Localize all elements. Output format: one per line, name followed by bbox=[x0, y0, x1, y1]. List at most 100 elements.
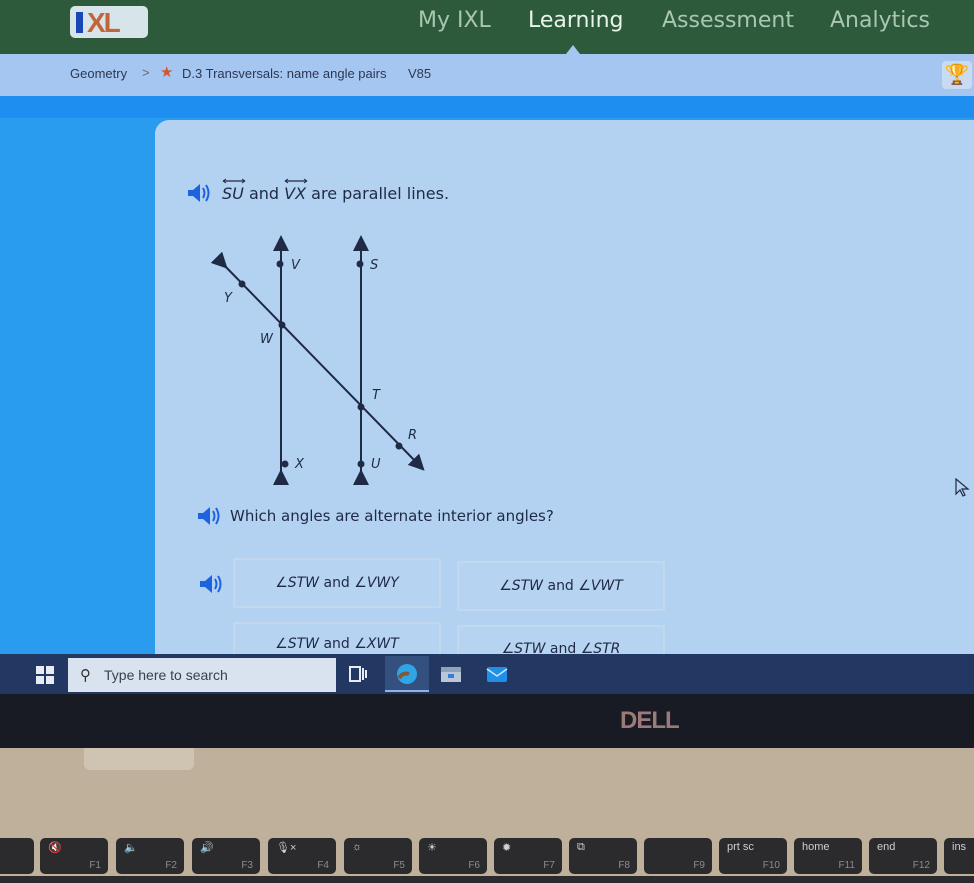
nav-my-ixl[interactable]: My IXL bbox=[418, 8, 491, 33]
label-y: Y bbox=[224, 291, 233, 306]
edge-icon bbox=[397, 664, 417, 684]
question-text: Which angles are alternate interior angl… bbox=[230, 507, 554, 525]
point-u bbox=[357, 460, 365, 468]
choice-and: and bbox=[547, 578, 574, 594]
mail-icon[interactable] bbox=[486, 664, 508, 684]
edge-taskbar-button[interactable] bbox=[385, 656, 429, 692]
nav-assessment[interactable]: Assessment bbox=[662, 8, 794, 33]
breadcrumb-skill: D.3 Transversals: name angle pairs bbox=[182, 66, 387, 81]
key-fn-label: F7 bbox=[543, 860, 555, 871]
label-r: R bbox=[408, 428, 417, 443]
key-icon-brightness-down: ☀ bbox=[427, 842, 437, 854]
star-icon: ★ bbox=[160, 64, 174, 81]
taskbar-search-input[interactable]: ⚲ Type here to search bbox=[68, 658, 336, 692]
key-icon-mic-mute: 🎙× bbox=[276, 842, 297, 854]
key-icon-vol-up: 🔊 bbox=[200, 842, 214, 854]
key-fn-label: F8 bbox=[618, 860, 630, 871]
mouse-pointer-icon bbox=[955, 478, 970, 497]
key-fn-label: F3 bbox=[241, 860, 253, 871]
speaker-icon[interactable] bbox=[186, 182, 212, 204]
logo-text: XL bbox=[87, 7, 121, 38]
file-explorer-icon[interactable] bbox=[440, 664, 462, 684]
key-f8[interactable]: ⧉ F8 bbox=[569, 838, 637, 874]
transversal-figure: V S Y W T R X U bbox=[210, 235, 425, 485]
point-v bbox=[276, 260, 284, 268]
key-f1[interactable]: 🔇 F1 bbox=[40, 838, 108, 874]
line-vx-label: VX bbox=[284, 184, 307, 203]
key-f10[interactable]: prt sc F10 bbox=[719, 838, 787, 874]
key-fn-label: F5 bbox=[393, 860, 405, 871]
search-icon: ⚲ bbox=[80, 667, 91, 684]
ixl-logo[interactable]: XL bbox=[70, 6, 148, 38]
skill-code: V85 bbox=[408, 66, 432, 81]
choice-angle-b: ∠XWT bbox=[354, 636, 399, 652]
trophy-icon[interactable]: 🏆 bbox=[942, 61, 972, 89]
point-s bbox=[356, 260, 364, 268]
key-icon-mute: 🔇 bbox=[48, 842, 62, 854]
nav-analytics[interactable]: Analytics bbox=[830, 8, 930, 33]
choice-angle-b: ∠VWT bbox=[578, 578, 623, 594]
key-fn-label: F4 bbox=[317, 860, 329, 871]
key-fn-label: F10 bbox=[762, 860, 780, 871]
label-u: U bbox=[371, 457, 381, 472]
label-s: S bbox=[370, 258, 378, 273]
choices-speaker-icon[interactable] bbox=[198, 573, 224, 595]
line-su-label: SU bbox=[222, 184, 244, 203]
windows-start-icon[interactable] bbox=[36, 666, 54, 684]
point-r bbox=[395, 442, 403, 450]
point-w bbox=[278, 321, 286, 329]
key-icon-vol-down: 🔈 bbox=[124, 842, 138, 854]
key-top-label: home bbox=[802, 841, 830, 853]
transversal-drawn bbox=[210, 251, 425, 471]
key-f7[interactable]: ✹ F7 bbox=[494, 838, 562, 874]
key-icon-display: ⧉ bbox=[577, 841, 585, 853]
key-ins[interactable]: ins bbox=[944, 838, 974, 874]
key-f6[interactable]: ☀ F6 bbox=[419, 838, 487, 874]
line-arrow-icon bbox=[222, 178, 246, 184]
label-w: W bbox=[260, 332, 274, 347]
label-x: X bbox=[294, 457, 305, 472]
task-view-icon[interactable] bbox=[347, 664, 369, 684]
statement-rest: are parallel lines. bbox=[311, 184, 450, 203]
key-fn-label: F1 bbox=[89, 860, 101, 871]
key-f5[interactable]: ☼ F5 bbox=[344, 838, 412, 874]
question-speaker-icon[interactable] bbox=[196, 505, 222, 527]
key-icon-brightness-up: ✹ bbox=[502, 842, 512, 854]
choice-angle-a: ∠STW bbox=[275, 575, 320, 591]
breadcrumb-separator: > bbox=[142, 65, 150, 80]
line-su: SU bbox=[222, 178, 246, 203]
problem-statement: SU and VX are parallel lines. bbox=[222, 178, 450, 203]
header-stripe bbox=[0, 96, 974, 118]
laptop-hinge bbox=[84, 748, 194, 770]
label-t: T bbox=[372, 388, 381, 403]
key-fn-label: F6 bbox=[468, 860, 480, 871]
logo-bar bbox=[76, 12, 83, 33]
choice-angle-a: ∠STW bbox=[275, 636, 320, 652]
key-f3[interactable]: 🔊 F3 bbox=[192, 838, 260, 874]
answer-choice[interactable]: ∠STW and ∠VWY bbox=[233, 558, 441, 608]
choice-angle-a: ∠STW bbox=[499, 578, 544, 594]
line-vx: VX bbox=[284, 178, 308, 203]
choice-angle-b: ∠VWY bbox=[354, 575, 399, 591]
taskbar: ⚲ Type here to search bbox=[0, 654, 974, 694]
key-esc[interactable] bbox=[0, 838, 34, 874]
key-top-label: prt sc bbox=[727, 841, 754, 853]
key-f12[interactable]: end F12 bbox=[869, 838, 937, 874]
key-fn-label: F2 bbox=[165, 860, 177, 871]
key-f4[interactable]: 🎙× F4 bbox=[268, 838, 336, 874]
point-x bbox=[281, 460, 289, 468]
key-f11[interactable]: home F11 bbox=[794, 838, 862, 874]
dell-logo: DELL bbox=[620, 707, 680, 734]
top-nav: XL My IXL Learning Assessment Analytics bbox=[0, 0, 974, 54]
key-fn-label: F11 bbox=[838, 860, 856, 871]
key-top-label: ins bbox=[952, 841, 967, 853]
key-top-label: end bbox=[877, 841, 896, 853]
key-fn-label: F12 bbox=[912, 860, 930, 871]
answer-choice[interactable]: ∠STW and ∠VWT bbox=[457, 561, 665, 611]
key-f2[interactable]: 🔈 F2 bbox=[116, 838, 184, 874]
key-f9[interactable]: F9 bbox=[644, 838, 712, 874]
point-y bbox=[238, 280, 246, 288]
nav-learning[interactable]: Learning bbox=[528, 8, 624, 33]
breadcrumb-subject[interactable]: Geometry bbox=[70, 66, 127, 81]
screen: XL My IXL Learning Assessment Analytics … bbox=[0, 0, 974, 700]
